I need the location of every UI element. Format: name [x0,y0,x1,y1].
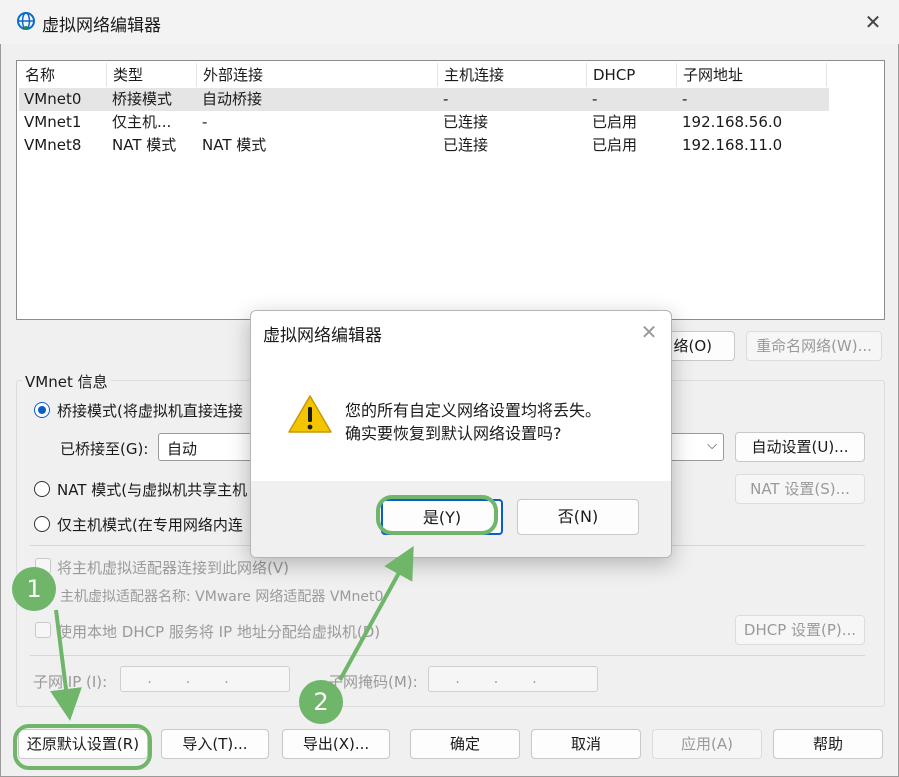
step-badge-1: 1 [12,567,56,611]
annotation-arrows [50,545,414,721]
arrow-to-yes [338,545,414,681]
arrow-to-restore [50,609,82,721]
step-badge-2: 2 [299,680,343,724]
